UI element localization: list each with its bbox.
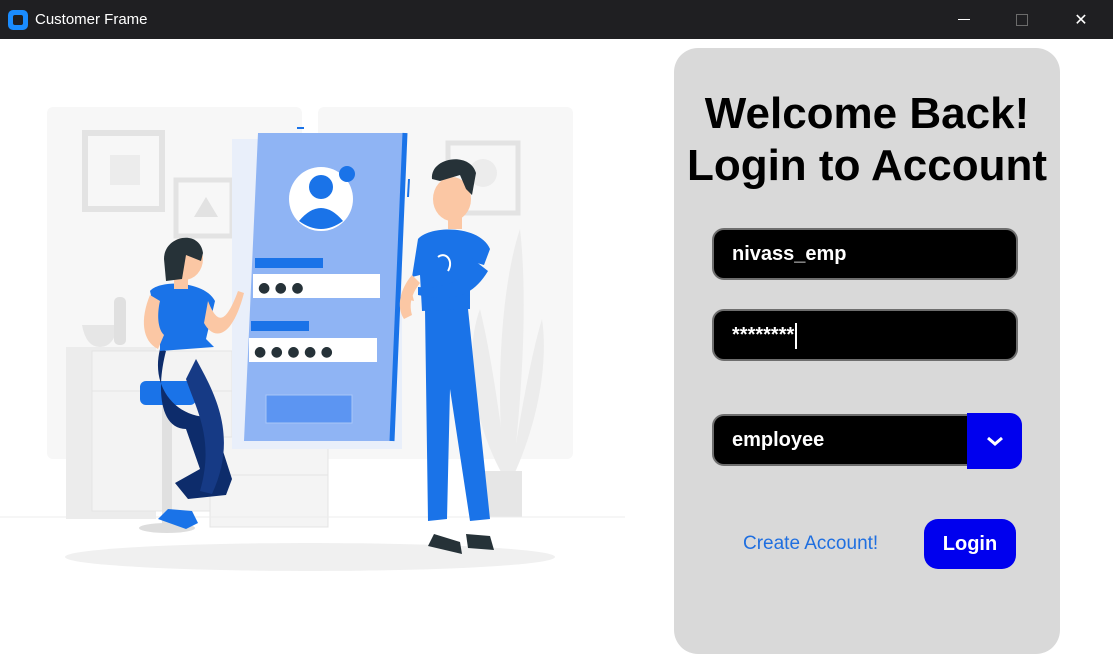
login-heading: Welcome Back! Login to Account: [674, 88, 1060, 192]
heading-line-1: Welcome Back!: [704, 89, 1030, 138]
role-value: employee: [732, 429, 825, 451]
phone-screen: ● ● ● ● ● ● ● ●: [232, 127, 410, 449]
login-illustration: ● ● ● ● ● ● ● ●: [0, 107, 625, 571]
close-icon: ✕: [1074, 11, 1088, 29]
password-value: ********: [732, 324, 795, 346]
title-bar[interactable]: Customer Frame ✕: [0, 0, 1113, 39]
text-caret: [795, 322, 798, 349]
role-dropdown-button[interactable]: [967, 413, 1022, 469]
window-title: Customer Frame: [35, 11, 148, 28]
login-button[interactable]: Login: [924, 519, 1016, 569]
customer-frame-window: Customer Frame ✕ ● ● ● ● ● ● ● ● Welcome…: [0, 0, 1113, 661]
password-dots-upper: ● ● ●: [258, 280, 304, 296]
password-dots-lower: ● ● ● ● ●: [254, 344, 333, 360]
login-card: Welcome Back! Login to Account nivass_em…: [674, 48, 1060, 654]
maximize-button[interactable]: [999, 0, 1045, 39]
heading-line-2: Login to Account: [686, 141, 1048, 190]
password-field[interactable]: ********: [712, 309, 1018, 361]
minimize-icon: [958, 19, 970, 20]
create-account-link[interactable]: Create Account!: [743, 533, 878, 555]
close-button[interactable]: ✕: [1058, 0, 1104, 39]
app-icon: [8, 10, 28, 30]
chevron-down-icon: [986, 436, 1003, 446]
maximize-icon: [1016, 13, 1028, 26]
minimize-button[interactable]: [941, 0, 987, 39]
username-field[interactable]: nivass_emp: [712, 228, 1018, 280]
username-value: nivass_emp: [732, 243, 847, 265]
